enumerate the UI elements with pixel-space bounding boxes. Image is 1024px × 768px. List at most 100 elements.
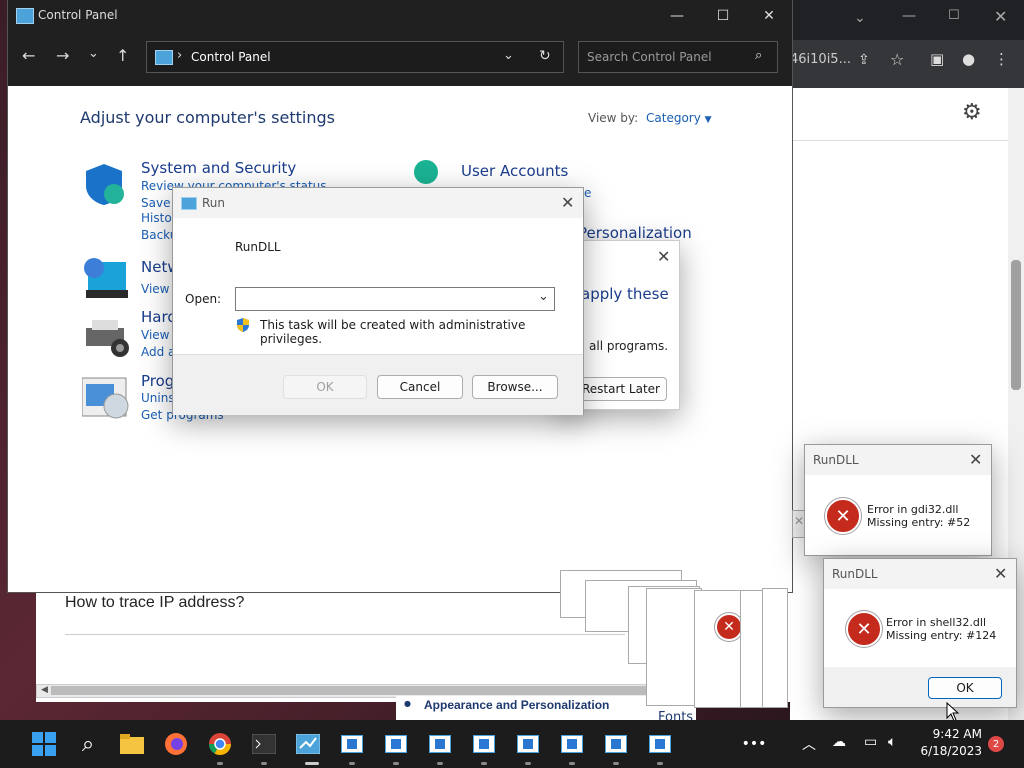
category-user-accounts[interactable]: User Accounts [461,162,568,180]
rundll-window-icon[interactable] [420,724,460,764]
search-icon[interactable]: ⌕ [68,724,108,764]
ok-button[interactable]: OK [283,375,367,399]
close-button[interactable]: ✕ [746,0,792,32]
dropdown-arrow-icon: ▼ [704,115,712,125]
start-button[interactable] [24,724,64,764]
search-placeholder: Search Control Panel [587,50,712,64]
running-indicator [349,762,355,765]
browser-page-header: ⚙ [790,88,1024,141]
rundll-window-icon[interactable] [332,724,372,764]
terminal-icon[interactable] [244,724,284,764]
notification-badge[interactable]: 2 [988,736,1004,752]
gear-icon[interactable]: ⚙ [962,100,982,125]
category-system-security[interactable]: System and Security [141,159,296,177]
running-indicator [613,762,619,765]
scroll-left-icon[interactable]: ◀ [41,685,48,695]
chrome-icon[interactable] [200,724,240,764]
cloud-offline-icon[interactable]: ☁ [832,734,846,750]
network-icon[interactable]: ▭ [864,734,877,750]
clock-time[interactable]: 9:42 AM [912,727,982,741]
uac-shield-icon [235,317,251,333]
address-box[interactable]: › Control Panel ⌄ ↻ [146,41,564,73]
search-input[interactable]: Search Control Panel ⌕ [578,41,778,73]
stacked-dialog: ✕ [694,590,743,708]
minimize-button[interactable]: — [654,0,700,32]
network-icon[interactable] [82,256,128,300]
taskbar: ⌕ ••• ︿ ☁ ▭ 🔈︎ 9:42 AM 6/18/2023 2 [0,720,1024,768]
close-icon[interactable]: ✕ [561,193,574,212]
rundll-window-icon[interactable] [508,724,548,764]
rundll-window-icon[interactable] [640,724,680,764]
minimize-icon[interactable]: — [902,8,916,24]
close-icon[interactable]: ✕ [794,514,804,528]
run-titlebar: Run ✕ [173,188,583,218]
scrollbar-thumb[interactable] [1011,260,1021,390]
refresh-icon[interactable]: ↻ [539,48,551,64]
browser-url[interactable]: 46i10i5... [790,52,851,67]
sidebar-icon[interactable]: ▣ [930,50,944,68]
search-icon[interactable]: ⌕ [755,48,762,63]
link-add-device[interactable]: Add a [141,345,175,359]
error-title: RunDLL [832,567,878,581]
back-arrow-icon[interactable]: ← [22,46,35,65]
close-icon[interactable]: ✕ [969,450,982,469]
error-icon: ✕ [825,498,861,534]
volume-icon[interactable]: 🔈︎ [888,734,896,750]
scrollbar-thumb[interactable] [51,686,691,695]
rundll-window-icon[interactable] [376,724,416,764]
overflow-button[interactable]: ••• [734,724,774,764]
window-title: Control Panel [38,8,118,22]
close-icon[interactable]: ✕ [657,247,670,266]
error-message-line1: Error in gdi32.dll [867,503,959,516]
close-icon[interactable]: ✕ [994,7,1007,26]
browser-titlebar: ⌄ — ☐ ✕ [790,0,1024,40]
printer-icon[interactable] [82,316,130,358]
share-icon[interactable]: ⇪ [858,52,870,68]
ok-button[interactable]: OK [928,677,1002,699]
address-dropdown-icon[interactable]: ⌄ [503,48,514,63]
appearance-link[interactable]: Appearance and Personalization [424,698,609,712]
chevron-down-icon[interactable]: ⌄ [854,10,866,26]
restart-text-2: all programs. [589,339,669,353]
chevron-up-icon[interactable]: ︿ [802,734,816,754]
dropdown-chevron-icon[interactable]: ⌄ [538,289,549,304]
open-input[interactable]: ⌄ [235,287,555,311]
control-panel-icon[interactable] [288,724,328,764]
breadcrumb[interactable]: Control Panel [191,50,271,64]
maximize-button[interactable]: ☐ [700,0,746,32]
link-user-accounts[interactable]: e [584,186,591,200]
shield-icon[interactable] [82,162,126,206]
programs-icon[interactable] [81,376,130,420]
link-uninstall[interactable]: Unins [141,391,175,405]
star-icon[interactable]: ☆ [890,50,904,69]
recent-chevron-icon[interactable]: ⌄ [88,46,99,61]
running-indicator [217,762,223,765]
question-text[interactable]: How to trace IP address? [65,594,244,612]
category-programs[interactable]: Prog [141,372,174,390]
file-explorer-icon[interactable] [112,724,152,764]
clock-date[interactable]: 6/18/2023 [912,744,982,758]
forward-arrow-icon[interactable]: → [56,46,69,65]
rundll-window-icon[interactable] [464,724,504,764]
profile-icon[interactable]: ● [962,50,975,68]
cancel-button[interactable]: Cancel [377,375,463,399]
view-by-dropdown[interactable]: Category ▼ [646,111,712,125]
control-panel-icon [155,50,173,65]
running-indicator [481,762,487,765]
restart-later-button[interactable]: Restart Later [575,377,667,401]
view-by-value: Category [646,111,701,125]
user-accounts-icon[interactable] [414,160,438,184]
firefox-icon[interactable] [156,724,196,764]
rundll-window-icon[interactable] [596,724,636,764]
menu-icon[interactable]: ⋮ [994,50,1009,68]
rundll-window-icon[interactable] [552,724,592,764]
divider [65,634,625,635]
close-icon[interactable]: ✕ [994,564,1007,583]
browse-button[interactable]: Browse... [472,375,558,399]
error-title: RunDLL [813,453,859,467]
maximize-icon[interactable]: ☐ [948,8,960,23]
bullet-icon: ● [404,699,411,708]
error-icon: ✕ [846,611,882,647]
up-arrow-icon[interactable]: ↑ [116,46,129,65]
minimize-icon: — [670,8,684,24]
